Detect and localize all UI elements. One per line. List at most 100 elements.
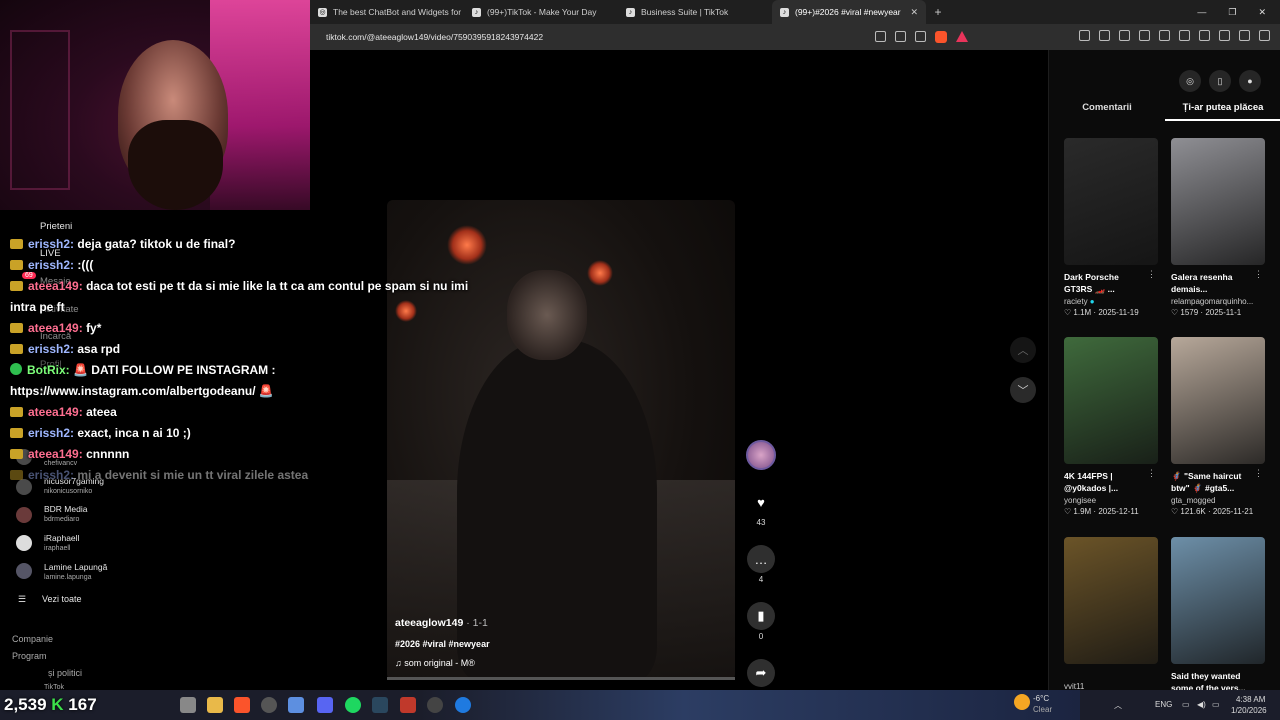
previous-video-button[interactable]: ︿: [1010, 337, 1036, 363]
counter-icon: K: [51, 695, 64, 714]
media-icon[interactable]: [1159, 30, 1170, 41]
see-all-link[interactable]: Vezi toate: [42, 594, 82, 604]
brave-shields-icon[interactable]: [935, 31, 947, 43]
screenshot-icon[interactable]: [1099, 30, 1110, 41]
video-thumbnail[interactable]: [1171, 138, 1265, 265]
weather-icon[interactable]: [1014, 694, 1030, 710]
card-title[interactable]: 🦸 "Same haircut btw" 🦸 #gta5...: [1171, 470, 1265, 494]
brave-browser-icon[interactable]: [234, 697, 250, 713]
brave-rewards-icon[interactable]: [956, 31, 968, 42]
card-author[interactable]: gta_mogged: [1171, 496, 1265, 505]
recommendation-card[interactable]: Dark Porsche GT3RS 🏎️ ... ⋮ raciety ● ♡ 1.1…: [1064, 138, 1158, 317]
device-icon[interactable]: ▯: [1209, 70, 1231, 92]
tab-tiktok-home[interactable]: ♪ (99+)TikTok - Make Your Day: [464, 0, 618, 24]
video-author[interactable]: ateeaglow149: [395, 617, 463, 629]
extension-icon[interactable]: [1079, 30, 1090, 41]
clock-date[interactable]: 1/20/2026: [1231, 706, 1267, 715]
leo-ai-icon[interactable]: [1219, 30, 1230, 41]
file-explorer-icon[interactable]: [207, 697, 223, 713]
chat-message: BotRix: 🚨 DATI FOLLOW PE INSTAGRAM : htt…: [10, 360, 480, 402]
share-button[interactable]: ➦: [747, 659, 775, 687]
following-name[interactable]: BDR Media: [44, 504, 87, 514]
tab-chatbot[interactable]: ◎ The best ChatBot and Widgets for K: [310, 0, 464, 24]
mute-icon[interactable]: [875, 31, 886, 42]
footer-link[interactable]: și politici: [48, 668, 82, 678]
extensions-puzzle-icon[interactable]: [1139, 30, 1150, 41]
battery-icon[interactable]: ▭: [1212, 700, 1220, 709]
tab-business-suite[interactable]: ♪ Business Suite | TikTok: [618, 0, 772, 24]
cast-icon[interactable]: [895, 31, 906, 42]
following-name[interactable]: iRaphaell: [44, 533, 79, 543]
more-options-icon[interactable]: ⋮: [1147, 269, 1156, 280]
coins-icon[interactable]: ◎: [1179, 70, 1201, 92]
following-name[interactable]: Lamine Lapungă: [44, 562, 107, 572]
minimize-icon[interactable]: —: [1197, 7, 1206, 18]
language-indicator[interactable]: ENG: [1155, 700, 1172, 709]
chat-message: erissh2: :(((: [10, 255, 480, 276]
tab-comments[interactable]: Comentarii: [1049, 102, 1165, 121]
video-thumbnail[interactable]: [1064, 337, 1158, 464]
task-view-icon[interactable]: [180, 697, 196, 713]
video-hashtags[interactable]: #2026 #viral #newyear: [395, 639, 490, 649]
new-tab-button[interactable]: +: [926, 5, 950, 19]
video-thumbnail[interactable]: [1064, 537, 1158, 664]
card-title[interactable]: 4K 144FPS | @y0kados |...: [1064, 470, 1158, 494]
app-icon[interactable]: [427, 697, 443, 713]
footer-link[interactable]: Companie: [12, 634, 53, 644]
settings-icon[interactable]: [1119, 30, 1130, 41]
more-options-icon[interactable]: ⋮: [1147, 468, 1156, 479]
next-video-button[interactable]: ﹀: [1010, 377, 1036, 403]
save-button[interactable]: ▮: [747, 602, 775, 630]
recommendation-card[interactable]: 🦸 "Same haircut btw" 🦸 #gta5... ⋮ gta_mogg…: [1171, 337, 1265, 516]
network-icon[interactable]: ▭: [1182, 700, 1190, 709]
card-author[interactable]: relampagomarquinho...: [1171, 297, 1265, 306]
menu-icon[interactable]: [1259, 30, 1270, 41]
more-options-icon[interactable]: ⋮: [1254, 468, 1263, 479]
card-author[interactable]: raciety ●: [1064, 297, 1158, 306]
steam-icon[interactable]: [372, 697, 388, 713]
avatar[interactable]: [16, 507, 32, 523]
vpn-icon[interactable]: [1239, 30, 1250, 41]
avatar[interactable]: [16, 535, 32, 551]
nav-friends[interactable]: Prieteni: [40, 221, 72, 232]
recommendation-card[interactable]: vvit11: [1064, 537, 1158, 691]
video-thumbnail[interactable]: [1171, 337, 1265, 464]
discord-icon[interactable]: [317, 697, 333, 713]
app-icon[interactable]: [288, 697, 304, 713]
card-stats: ♡ 121.6K · 2025-11-21: [1171, 507, 1265, 516]
volume-icon[interactable]: ◀): [1197, 700, 1206, 709]
like-button[interactable]: ♥: [747, 488, 775, 516]
comment-button[interactable]: …: [747, 545, 775, 573]
video-sound[interactable]: ♫ som original - M®: [395, 658, 475, 668]
tab-you-may-like[interactable]: Ți-ar putea plăcea: [1165, 102, 1280, 121]
share-icon[interactable]: [915, 31, 926, 42]
spotify-icon[interactable]: [345, 697, 361, 713]
recommendation-card[interactable]: Said they wanted some of the vers...: [1171, 537, 1265, 694]
profile-avatar[interactable]: ●: [1239, 70, 1261, 92]
obs-icon[interactable]: [261, 697, 277, 713]
video-thumbnail[interactable]: [1064, 138, 1158, 265]
video-date: · 1-1: [466, 617, 488, 629]
video-progress-bar[interactable]: [387, 677, 735, 680]
recommendation-card[interactable]: 4K 144FPS | @y0kados |... ⋮ yongisee ♡ 1.9M…: [1064, 337, 1158, 516]
video-thumbnail[interactable]: [1171, 537, 1265, 664]
recommendation-card[interactable]: Galera resenha demais... ⋮ relampagomarqui…: [1171, 138, 1265, 317]
more-options-icon[interactable]: ⋮: [1254, 269, 1263, 280]
avatar[interactable]: [16, 563, 32, 579]
app-icon[interactable]: [455, 697, 471, 713]
close-window-icon[interactable]: ✕: [1258, 7, 1266, 18]
close-tab-icon[interactable]: ✕: [910, 7, 918, 18]
sidebar-icon[interactable]: [1179, 30, 1190, 41]
tray-chevron-icon[interactable]: ︿: [1114, 700, 1122, 711]
footer-link[interactable]: Program: [12, 651, 47, 661]
clock-time[interactable]: 4:38 AM: [1236, 695, 1265, 704]
card-title[interactable]: Dark Porsche GT3RS 🏎️ ...: [1064, 271, 1158, 295]
card-title[interactable]: Galera resenha demais...: [1171, 271, 1265, 295]
wallet-icon[interactable]: [1199, 30, 1210, 41]
restore-icon[interactable]: ❐: [1228, 7, 1236, 18]
author-avatar[interactable]: [746, 440, 776, 470]
tab-tiktok-video[interactable]: ♪ (99+)#2026 #viral #newyear ✕: [772, 0, 926, 24]
app-icon[interactable]: [400, 697, 416, 713]
url-text[interactable]: tiktok.com/@ateeaglow149/video/759039591…: [310, 32, 543, 42]
card-author[interactable]: yongisee: [1064, 496, 1158, 505]
